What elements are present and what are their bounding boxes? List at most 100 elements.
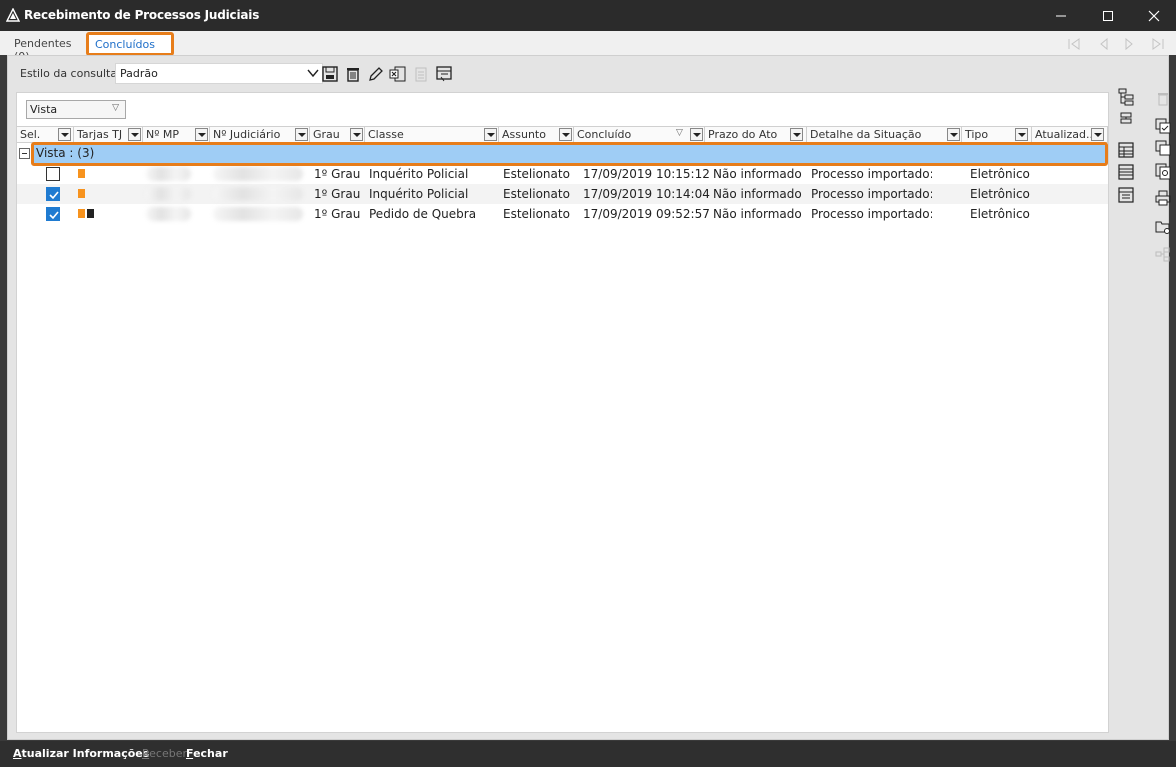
update-info-button[interactable]: Atualizar Informações <box>13 747 149 760</box>
col-dropdown-detalhe[interactable] <box>947 128 960 141</box>
blurred-mp-number <box>146 167 191 181</box>
row-select-checkbox[interactable] <box>46 167 60 181</box>
cell-assunto: Estelionato <box>503 207 570 221</box>
next-record-icon[interactable] <box>1121 37 1137 51</box>
title-bar: Recebimento de Processos Judiciais <box>0 0 1176 31</box>
col-dropdown-sel[interactable] <box>58 128 71 141</box>
receive-button[interactable]: Receber <box>142 747 187 760</box>
group-highlight-marker <box>31 142 1108 166</box>
footer-bar: Atualizar Informações Receber Fechar <box>0 741 1176 767</box>
cell-detalhe: Processo importado: <box>811 167 932 181</box>
cell-assunto: Estelionato <box>503 167 570 181</box>
previous-record-icon[interactable] <box>1096 37 1112 51</box>
cell-classe: Inquérito Policial <box>369 167 469 181</box>
minimize-button[interactable] <box>1038 0 1084 31</box>
cell-prazo: Não informado <box>713 187 802 201</box>
query-style-value: Padrão <box>120 67 158 80</box>
col-header-concluido[interactable]: Concluído ▽ <box>574 127 705 143</box>
cell-detalhe: Processo importado: <box>811 187 932 201</box>
blurred-mp-number <box>146 187 191 201</box>
list-group-icon[interactable] <box>1117 110 1135 128</box>
query-style-label: Estilo da consulta <box>20 67 118 80</box>
blurred-judicial-number <box>213 187 303 201</box>
cell-tipo: Eletrônico <box>970 167 1030 181</box>
col-dropdown-prazo[interactable] <box>790 128 803 141</box>
configure-view-icon[interactable] <box>435 65 453 83</box>
window-title: Recebimento de Processos Judiciais <box>24 8 260 22</box>
results-grid: Vista ▽ Sel. Tarjas TJ Nº MP Nº Judiciár… <box>16 92 1109 733</box>
tarja-orange <box>78 169 85 178</box>
checkmark-icon <box>49 191 59 200</box>
table-row[interactable]: 1º Grau Inquérito Policial Estelionato 1… <box>17 164 1108 184</box>
copy-attachment-icon[interactable] <box>1154 162 1172 180</box>
chevron-down-icon <box>307 69 319 78</box>
col-dropdown-grau[interactable] <box>350 128 363 141</box>
folder-settings-icon[interactable] <box>1154 218 1172 236</box>
row-select-checkbox[interactable] <box>46 187 60 201</box>
col-dropdown-tipo[interactable] <box>1015 128 1028 141</box>
grid-view-icon[interactable] <box>1117 141 1135 159</box>
col-dropdown-atualizado[interactable] <box>1091 128 1104 141</box>
blurred-judicial-number <box>213 207 303 221</box>
details-view-icon[interactable] <box>1117 163 1135 181</box>
cell-concluido: 17/09/2019 09:52:57 <box>583 207 710 221</box>
col-dropdown-concluido[interactable] <box>690 128 703 141</box>
save-icon[interactable] <box>321 65 339 83</box>
app-logo-icon <box>6 8 20 22</box>
tab-highlight-marker <box>86 32 174 56</box>
cell-concluido: 17/09/2019 10:14:04 <box>583 187 710 201</box>
close-icon <box>1148 10 1160 22</box>
close-window-button[interactable]: Fechar <box>186 747 228 760</box>
tree-view-icon[interactable] <box>1117 88 1135 106</box>
collapse-group-icon[interactable] <box>19 148 30 159</box>
grid-header: Sel. Tarjas TJ Nº MP Nº Judiciário Grau … <box>17 126 1108 143</box>
blurred-judicial-number <box>213 167 303 181</box>
blurred-mp-number <box>146 207 191 221</box>
cell-tipo: Eletrônico <box>970 207 1030 221</box>
cell-concluido: 17/09/2019 10:15:12 <box>583 167 710 181</box>
edit-pencil-icon[interactable] <box>367 65 385 83</box>
check-documents-icon[interactable] <box>1154 117 1172 135</box>
delete-icon[interactable] <box>344 65 362 83</box>
close-button[interactable] <box>1131 0 1176 31</box>
cell-classe: Inquérito Policial <box>369 187 469 201</box>
trash-disabled-icon <box>1158 93 1168 106</box>
cell-grau: 1º Grau <box>314 187 361 201</box>
tab-strip: Pendentes (0) Concluídos (3) <box>0 31 1176 64</box>
filter-icon[interactable]: ▽ <box>112 103 119 113</box>
maximize-button[interactable] <box>1085 0 1131 31</box>
sort-indicator-icon: ▽ <box>676 128 683 138</box>
cell-detalhe: Processo importado: <box>811 207 932 221</box>
tarja-black <box>87 209 94 218</box>
checkmark-icon <box>49 211 59 220</box>
col-header-classe[interactable]: Classe <box>365 127 499 143</box>
table-row[interactable]: 1º Grau Pedido de Quebra Estelionato 17/… <box>17 204 1108 224</box>
cell-prazo: Não informado <box>713 167 802 181</box>
col-dropdown-classe[interactable] <box>484 128 497 141</box>
cell-grau: 1º Grau <box>314 167 361 181</box>
col-dropdown-njudiciario[interactable] <box>295 128 308 141</box>
maximize-icon <box>1103 11 1113 21</box>
duplicate-icon[interactable] <box>1154 139 1172 157</box>
first-record-icon[interactable] <box>1066 37 1082 51</box>
last-record-icon[interactable] <box>1150 37 1166 51</box>
group-by-field: Vista <box>30 103 58 116</box>
cell-classe: Pedido de Quebra <box>369 207 477 221</box>
group-by-box[interactable]: Vista ▽ <box>26 100 126 119</box>
col-header-detalhe[interactable]: Detalhe da Situação <box>807 127 962 143</box>
report-icon[interactable] <box>1117 186 1135 204</box>
table-row[interactable]: 1º Grau Inquérito Policial Estelionato 1… <box>17 184 1108 204</box>
row-select-checkbox[interactable] <box>46 207 60 221</box>
query-style-select[interactable]: Padrão <box>115 63 323 84</box>
tab-pendentes[interactable]: Pendentes (0) <box>8 34 88 63</box>
col-dropdown-assunto[interactable] <box>559 128 572 141</box>
col-dropdown-nmp[interactable] <box>195 128 208 141</box>
col-dropdown-tarjas[interactable] <box>128 128 141 141</box>
print-icon[interactable] <box>1154 189 1172 207</box>
network-disabled-icon <box>1155 247 1170 262</box>
minimize-icon <box>1056 15 1066 17</box>
right-toolbar <box>1116 86 1176 736</box>
export-excel-icon[interactable] <box>389 65 407 83</box>
cell-prazo: Não informado <box>713 207 802 221</box>
cell-grau: 1º Grau <box>314 207 361 221</box>
